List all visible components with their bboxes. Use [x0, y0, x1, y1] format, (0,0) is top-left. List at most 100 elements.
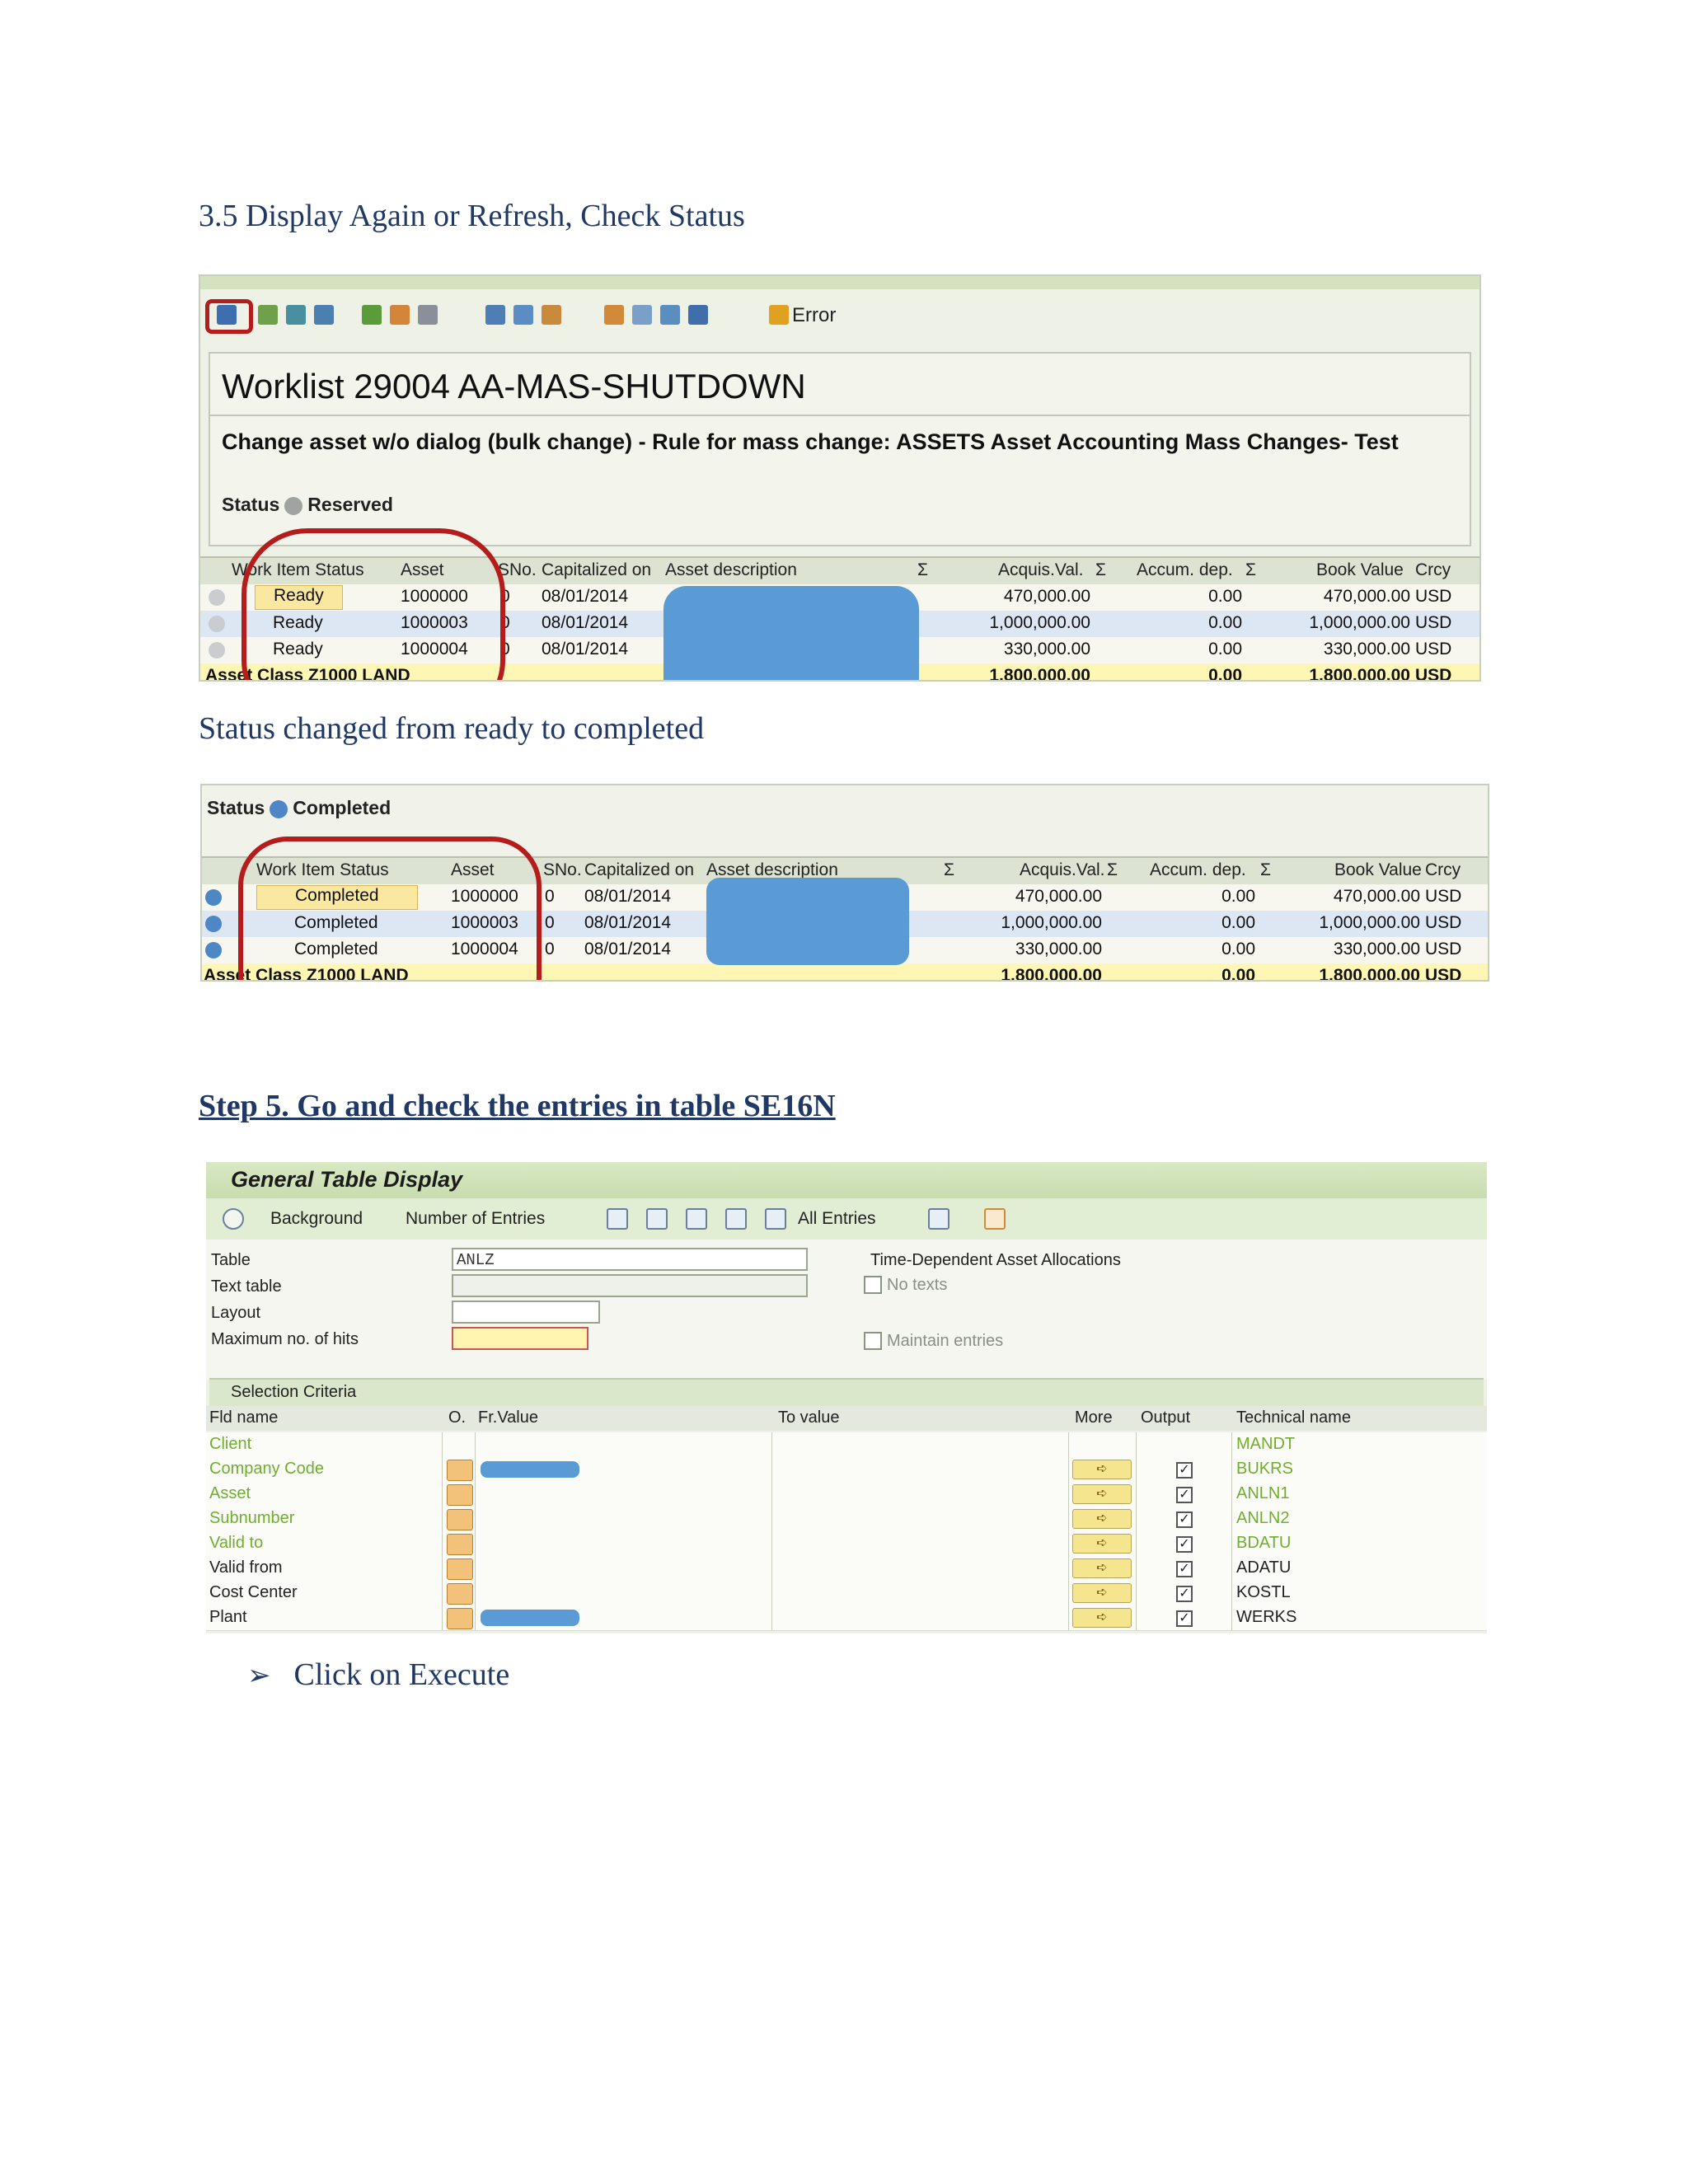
- output-checkbox[interactable]: ✓: [1176, 1536, 1193, 1553]
- maintain-entries-label: Maintain entries: [887, 1332, 1004, 1350]
- technical-name: ANLN1: [1236, 1484, 1290, 1502]
- print-icon[interactable]: [928, 1208, 950, 1230]
- selection-option-icon[interactable]: [447, 1534, 473, 1555]
- col-crcy[interactable]: Crcy: [1425, 860, 1461, 880]
- col-accum-dep[interactable]: Accum. dep.: [1137, 560, 1233, 580]
- info-icon[interactable]: [688, 305, 708, 325]
- table-row[interactable]: Client MANDT: [206, 1432, 1487, 1458]
- table-row[interactable]: Valid from ➪ ✓ ADATU: [206, 1556, 1487, 1582]
- spreadsheet-icon[interactable]: [513, 305, 533, 325]
- selection-option-icon[interactable]: [447, 1558, 473, 1580]
- column-divider: [1068, 1457, 1069, 1482]
- col-from-value[interactable]: Fr.Value: [478, 1408, 538, 1427]
- number-of-entries-button[interactable]: Number of Entries: [406, 1209, 545, 1229]
- selection-criteria-label: Selection Criteria: [231, 1383, 357, 1401]
- book-value: 1,000,000.00: [1309, 613, 1410, 632]
- filter-icon[interactable]: [286, 305, 306, 325]
- sum-marker: Σ: [917, 560, 928, 579]
- col-crcy[interactable]: Crcy: [1415, 560, 1451, 580]
- col-output[interactable]: Output: [1141, 1408, 1190, 1427]
- output-checkbox[interactable]: ✓: [1176, 1610, 1193, 1627]
- table-row[interactable]: Plant ➪ ✓ WERKS: [206, 1605, 1487, 1631]
- col-capitalized-on[interactable]: Capitalized on: [584, 860, 694, 880]
- redacted-value: [481, 1610, 579, 1626]
- col-technical-name[interactable]: Technical name: [1236, 1408, 1351, 1427]
- deselect-all-icon[interactable]: [686, 1208, 707, 1230]
- text-table-input[interactable]: [452, 1274, 808, 1297]
- save-layout-icon[interactable]: [660, 305, 680, 325]
- selection-option-icon[interactable]: [447, 1608, 473, 1629]
- col-sno[interactable]: SNo.: [543, 860, 582, 880]
- col-more[interactable]: More: [1075, 1408, 1113, 1427]
- background-button[interactable]: Background: [270, 1209, 363, 1229]
- no-texts-checkbox[interactable]: [864, 1276, 882, 1294]
- completed-item-icon: [205, 916, 222, 932]
- currency: USD: [1415, 613, 1452, 632]
- output-checkbox[interactable]: ✓: [1176, 1586, 1193, 1602]
- col-capitalized-on[interactable]: Capitalized on: [542, 560, 651, 580]
- all-entries-icon[interactable]: [765, 1208, 786, 1230]
- col-book-value[interactable]: Book Value: [1334, 860, 1422, 880]
- table-row[interactable]: Subnumber ➪ ✓ ANLN2: [206, 1507, 1487, 1532]
- selection-option-icon[interactable]: [447, 1509, 473, 1530]
- output-checkbox[interactable]: ✓: [1176, 1561, 1193, 1577]
- choose-layout-icon[interactable]: [632, 305, 652, 325]
- mail-icon[interactable]: [542, 305, 561, 325]
- export-icon[interactable]: [485, 305, 505, 325]
- table-input[interactable]: ANLZ: [452, 1248, 808, 1271]
- total-currency: USD: [1425, 966, 1462, 982]
- multiple-selection-icon[interactable]: ➪: [1072, 1583, 1132, 1603]
- col-accum-dep[interactable]: Accum. dep.: [1150, 860, 1246, 880]
- table-row[interactable]: Cost Center ➪ ✓ KOSTL: [206, 1581, 1487, 1606]
- selection-option-icon[interactable]: [447, 1460, 473, 1481]
- output-checkbox[interactable]: ✓: [1176, 1487, 1193, 1503]
- arrow-bullet-icon: ➢: [247, 1661, 271, 1691]
- col-acquis-val[interactable]: Acquis.Val.: [998, 560, 1084, 580]
- multiple-selection-icon[interactable]: ➪: [1072, 1558, 1132, 1578]
- selection-option-icon[interactable]: [447, 1484, 473, 1506]
- maintain-entries-checkbox[interactable]: [864, 1332, 882, 1350]
- col-sno[interactable]: SNo.: [498, 560, 537, 580]
- col-acquis-val[interactable]: Acquis.Val.: [1020, 860, 1105, 880]
- subtotal-icon[interactable]: [390, 305, 410, 325]
- deselect-icon[interactable]: [646, 1208, 668, 1230]
- worklist-title: Worklist 29004 AA-MAS-SHUTDOWN: [222, 367, 806, 405]
- table-row[interactable]: Asset ➪ ✓ ANLN1: [206, 1482, 1487, 1507]
- currency: USD: [1425, 940, 1462, 958]
- print-icon[interactable]: [418, 305, 438, 325]
- col-asset-description[interactable]: Asset description: [665, 560, 797, 580]
- selection-option-icon[interactable]: [447, 1583, 473, 1605]
- layout-icon[interactable]: [604, 305, 624, 325]
- exit-icon[interactable]: [984, 1208, 1006, 1230]
- output-checkbox[interactable]: ✓: [1176, 1462, 1193, 1479]
- multiple-selection-icon[interactable]: ➪: [1072, 1534, 1132, 1554]
- max-hits-input[interactable]: [452, 1327, 588, 1350]
- technical-view-icon[interactable]: [725, 1208, 747, 1230]
- col-option[interactable]: O.: [448, 1408, 466, 1427]
- table-row[interactable]: Company Code ➪ ✓ BUKRS: [206, 1457, 1487, 1483]
- col-book-value[interactable]: Book Value: [1316, 560, 1404, 580]
- multiple-selection-icon[interactable]: ➪: [1072, 1509, 1132, 1529]
- layout-input[interactable]: [452, 1301, 600, 1324]
- filter-set-icon[interactable]: [314, 305, 334, 325]
- refresh-highlight-box: [205, 299, 253, 334]
- multiple-selection-icon[interactable]: ➪: [1072, 1484, 1132, 1504]
- currency: USD: [1415, 640, 1452, 658]
- capitalized-date: 08/01/2014: [542, 587, 629, 606]
- column-divider: [1231, 1605, 1232, 1630]
- multiple-selection-icon[interactable]: ➪: [1072, 1608, 1132, 1628]
- all-entries-button[interactable]: All Entries: [798, 1209, 876, 1229]
- total-accumulated-depreciation: 0.00: [1221, 966, 1255, 982]
- sum-icon[interactable]: [362, 305, 382, 325]
- table-row[interactable]: Valid to ➪ ✓ BDATU: [206, 1531, 1487, 1557]
- execute-icon[interactable]: [223, 1208, 244, 1230]
- error-log-icon[interactable]: [769, 305, 789, 325]
- currency: USD: [1415, 587, 1452, 606]
- error-button-label[interactable]: Error: [792, 304, 836, 327]
- col-fld-name[interactable]: Fld name: [209, 1408, 278, 1427]
- details-icon[interactable]: [258, 305, 278, 325]
- multiple-selection-icon[interactable]: ➪: [1072, 1460, 1132, 1479]
- col-to-value[interactable]: To value: [778, 1408, 840, 1427]
- output-checkbox[interactable]: ✓: [1176, 1511, 1193, 1528]
- select-all-icon[interactable]: [607, 1208, 628, 1230]
